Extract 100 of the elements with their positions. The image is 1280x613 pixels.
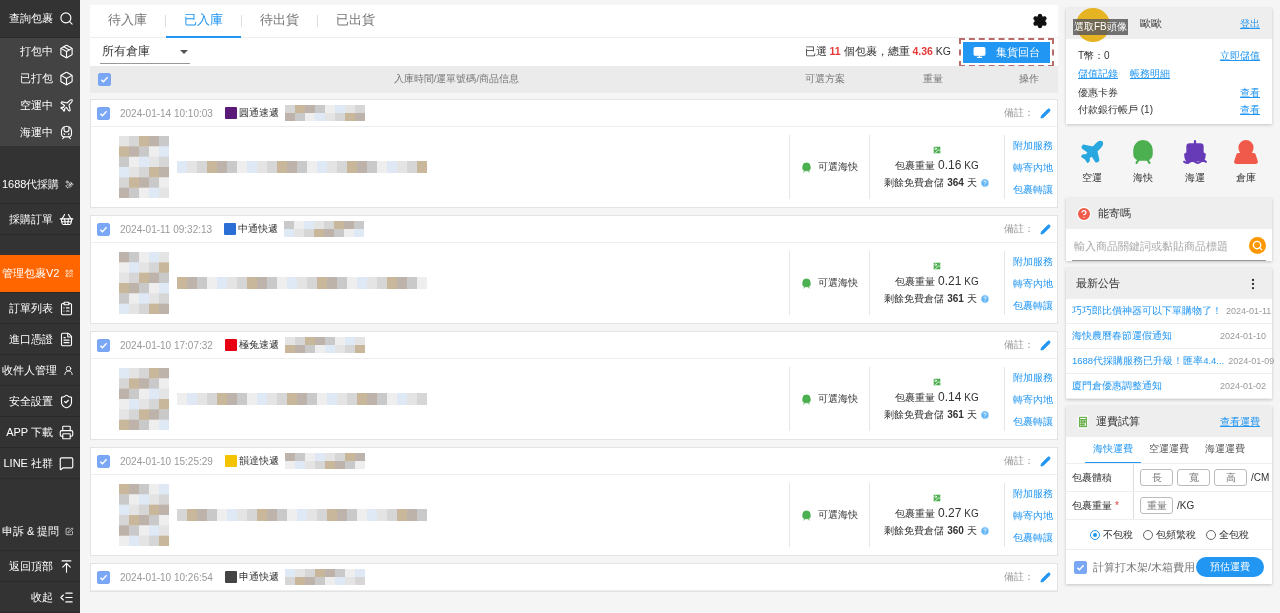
column-header: 可選方案	[804, 73, 846, 86]
dimension-field[interactable]: 高	[1214, 469, 1247, 486]
account-link[interactable]: 儲值記錄	[1078, 67, 1118, 81]
tab[interactable]: 海快運費	[1085, 437, 1141, 463]
action-link[interactable]: 轉寄內地	[1013, 505, 1053, 525]
selection-summary: 已選 11 個包裹，總重 4.36 KG	[804, 45, 951, 59]
announcement-date: 2024-01-02	[1219, 381, 1266, 391]
search-icon[interactable]	[1249, 237, 1266, 254]
announcement-date: 2024-01-10	[1219, 331, 1266, 341]
crate-checkbox[interactable]	[1074, 560, 1087, 574]
action-link[interactable]: 附加服務	[1013, 251, 1053, 271]
package-checkbox[interactable]	[97, 338, 110, 352]
shortcut-label[interactable]: 倉庫	[1236, 171, 1257, 185]
shipping-option: 可選海快	[801, 160, 858, 174]
account-link[interactable]: 帳務明細	[1130, 67, 1170, 81]
consolidate-button[interactable]: 集貨回台	[963, 41, 1050, 63]
monitor-icon	[973, 45, 986, 59]
package-weight: 包裹重量 0.27 KG	[895, 505, 979, 521]
unit-label: /KG	[1177, 500, 1195, 511]
field-label: 包裹體積	[1066, 464, 1134, 491]
view-link[interactable]: 查看	[1240, 85, 1260, 100]
action-link[interactable]: 轉寄內地	[1013, 157, 1053, 177]
collapse-icon	[59, 589, 74, 605]
image-icon	[932, 492, 942, 503]
edit-icon[interactable]	[1040, 339, 1051, 351]
action-link[interactable]: 附加服務	[1013, 367, 1053, 387]
action-link[interactable]: 附加服務	[1013, 483, 1053, 503]
announcement-link[interactable]: 海快農曆春節運假通知	[1072, 329, 1172, 343]
sidebar-item[interactable]: 海運中	[0, 119, 80, 146]
top-up-link[interactable]: 立即儲值	[1220, 48, 1260, 63]
sidebar-item[interactable]: 空運中	[0, 92, 80, 119]
select-all-checkbox[interactable]	[98, 73, 111, 86]
free-storage-days: 剩餘免費倉儲 364 天	[884, 175, 977, 190]
estimate-button[interactable]: 預估運費	[1196, 557, 1264, 577]
edit-icon[interactable]	[1040, 223, 1051, 235]
printer-icon	[59, 424, 74, 440]
tab[interactable]: 海運運費	[1197, 437, 1253, 463]
settings-icon[interactable]	[1032, 13, 1048, 29]
view-link[interactable]: 查看	[1240, 102, 1260, 117]
radio-label[interactable]: 全包稅	[1218, 527, 1249, 542]
dimension-field[interactable]: 長	[1140, 469, 1173, 486]
action-link[interactable]: 附加服務	[1013, 135, 1053, 155]
action-link[interactable]: 包裹轉讓	[1013, 411, 1053, 431]
view-rates-link[interactable]: 查看運費	[1220, 415, 1260, 427]
plane-icon[interactable]	[1078, 139, 1105, 165]
action-link[interactable]: 轉寄內地	[1013, 273, 1053, 293]
action-link[interactable]: 包裹轉讓	[1013, 527, 1053, 547]
dimension-field[interactable]: 寬	[1177, 469, 1210, 486]
ship-icon[interactable]	[1181, 139, 1208, 165]
package-checkbox[interactable]	[97, 570, 110, 584]
courier-name: 韻達快遞	[238, 454, 279, 468]
announcement-link[interactable]: 1688代採購服務已升級！匯率4.4...	[1072, 354, 1225, 368]
avatar-label[interactable]: 選取FB頭像	[1073, 18, 1128, 35]
shortcut-label[interactable]: 海快	[1133, 171, 1154, 185]
search-icon	[59, 11, 74, 26]
checkbox-label[interactable]: 計算打木架/木箱費用	[1093, 559, 1196, 575]
shortcut-label[interactable]: 空運	[1081, 171, 1102, 185]
warehouse-select[interactable]: 所有倉庫	[100, 40, 190, 64]
section-title: 運費試算	[1096, 414, 1140, 429]
announcement-link[interactable]: 廈門倉優惠調整通知	[1072, 379, 1162, 393]
courier-name: 圓通速遞	[238, 106, 279, 120]
coin-balance: T幣：0	[1078, 48, 1110, 63]
user-name: 歐歐	[1140, 16, 1162, 31]
edit-icon[interactable]	[1040, 107, 1051, 119]
logout-link[interactable]: 登出	[1240, 17, 1260, 29]
help-icon[interactable]	[979, 409, 990, 420]
action-link[interactable]: 包裹轉讓	[1013, 295, 1053, 315]
inbound-time: 2024-01-10 15:25:29	[120, 455, 213, 467]
train-icon	[59, 125, 74, 140]
package-checkbox[interactable]	[97, 454, 110, 468]
tab[interactable]: 已出貨	[318, 4, 393, 38]
check-icon	[99, 572, 108, 582]
sidebar-item[interactable]: 已打包	[0, 65, 80, 92]
note-label: 備註：	[1004, 570, 1034, 584]
shortcut-label[interactable]: 海運	[1184, 171, 1205, 185]
action-link[interactable]: 包裹轉讓	[1013, 179, 1053, 199]
edit-icon[interactable]	[1040, 455, 1051, 467]
check-icon	[99, 340, 108, 350]
package-checkbox[interactable]	[97, 222, 110, 236]
tab[interactable]: 待出貨	[242, 4, 317, 38]
announcement-link[interactable]: 巧巧郎比價神器可以下單購物了！	[1072, 304, 1222, 318]
sidebar-item[interactable]: 打包中	[0, 38, 80, 65]
tab[interactable]: 空運運費	[1141, 437, 1197, 463]
free-storage-days: 剩餘免費倉儲 360 天	[884, 523, 977, 538]
tab[interactable]: 已入庫	[166, 4, 241, 38]
note-label: 備註：	[1004, 454, 1034, 468]
hand-coins-icon	[65, 177, 74, 192]
help-icon[interactable]	[979, 525, 990, 536]
radio-label[interactable]: 包頻繁稅	[1155, 527, 1196, 542]
weight-field[interactable]: 重量	[1140, 497, 1173, 514]
image-icon	[932, 144, 942, 155]
radio-label[interactable]: 不包稅	[1102, 527, 1133, 542]
edit-icon[interactable]	[1040, 571, 1051, 583]
help-icon[interactable]	[979, 293, 990, 304]
action-link[interactable]: 轉寄內地	[1013, 389, 1053, 409]
tab[interactable]: 待入庫	[90, 4, 165, 38]
shipping-option: 可選海快	[801, 392, 858, 406]
help-icon[interactable]	[979, 177, 990, 188]
sidebar-item[interactable]: 管理包裹V2	[0, 255, 80, 293]
package-checkbox[interactable]	[97, 106, 110, 120]
